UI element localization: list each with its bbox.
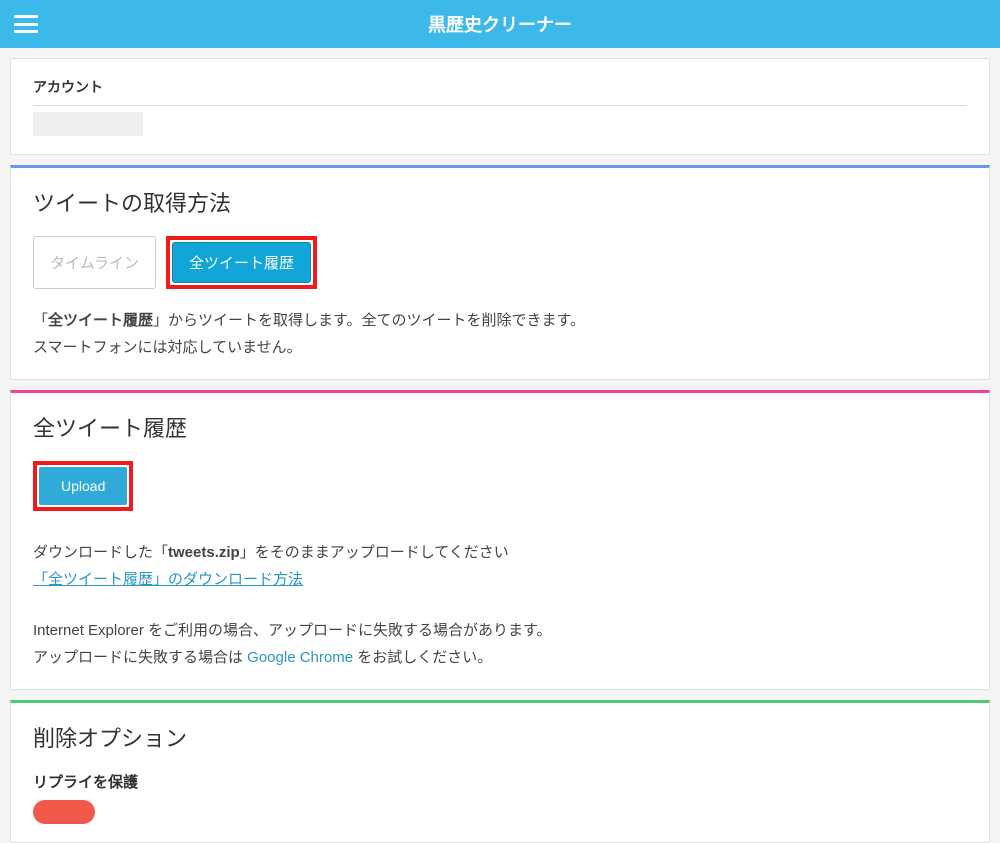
all-history-title: 全ツイート履歴 [33, 411, 967, 443]
upload-button[interactable]: Upload [39, 467, 127, 505]
fetch-method-title: ツイートの取得方法 [33, 186, 967, 218]
tab-timeline[interactable]: タイムライン [33, 236, 156, 289]
fetch-method-desc1: 「全ツイート履歴」からツイートを取得します。全てのツイートを削除できます。 [33, 307, 967, 334]
hamburger-menu-icon[interactable] [14, 15, 38, 33]
account-panel: アカウント [10, 58, 990, 155]
fetch-method-desc2: スマートフォンには対応していません。 [33, 334, 967, 361]
upload-desc: ダウンロードした「tweets.zip」をそのままアップロードしてください [33, 539, 967, 566]
download-link-row: 「全ツイート履歴」のダウンロード方法 [33, 566, 967, 593]
chrome-link[interactable]: Google Chrome [247, 649, 353, 666]
highlight-upload-button: Upload [33, 461, 133, 511]
ie-note: Internet Explorer をご利用の場合、アップロードに失敗する場合が… [33, 617, 967, 644]
app-title: 黒歴史クリーナー [428, 11, 572, 37]
delete-options-panel: 削除オプション リプライを保護 [10, 700, 990, 843]
highlight-all-history-tab: 全ツイート履歴 [166, 236, 317, 289]
chrome-note: アップロードに失敗する場合は Google Chrome をお試しください。 [33, 644, 967, 671]
tab-all-history[interactable]: 全ツイート履歴 [172, 242, 311, 283]
account-placeholder [33, 112, 143, 136]
account-label: アカウント [33, 77, 967, 106]
delete-options-title: 削除オプション [33, 721, 967, 753]
app-header: 黒歴史クリーナー [0, 0, 1000, 48]
fetch-method-panel: ツイートの取得方法 タイムライン 全ツイート履歴 「全ツイート履歴」からツイート… [10, 165, 990, 380]
download-guide-link[interactable]: 「全ツイート履歴」のダウンロード方法 [33, 571, 303, 588]
all-history-panel: 全ツイート履歴 Upload ダウンロードした「tweets.zip」をそのまま… [10, 390, 990, 690]
fetch-method-tabs: タイムライン 全ツイート履歴 [33, 236, 967, 289]
protect-replies-toggle[interactable] [33, 800, 95, 824]
protect-replies-label: リプライを保護 [33, 771, 967, 792]
